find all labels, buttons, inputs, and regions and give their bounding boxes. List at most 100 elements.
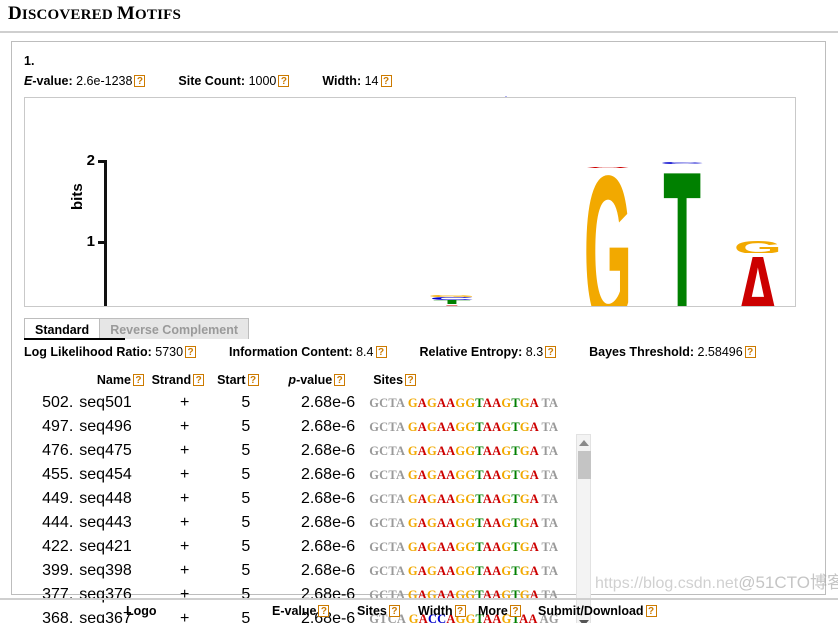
row-start: 5 xyxy=(241,490,251,507)
row-strand: + xyxy=(180,442,190,459)
row-pvalue: 2.68e-6 xyxy=(300,538,356,555)
re-value: 8.3 xyxy=(525,345,544,359)
evalue-help-icon[interactable]: ? xyxy=(134,75,146,87)
tab-standard[interactable]: Standard xyxy=(24,318,101,339)
row-pvalue: 2.68e-6 xyxy=(300,418,356,435)
logo-ylabel-2: 2 xyxy=(86,152,95,169)
motif-card: 1. E-value: 2.6e-1238? Site Count: 1000?… xyxy=(11,41,826,623)
site-count-value: 1000 xyxy=(248,74,277,88)
row-sequence-name: seq376 xyxy=(79,586,132,603)
row-sequence-name: seq454 xyxy=(79,466,132,483)
col-sites-header: Sites? xyxy=(345,373,586,387)
table-row[interactable]: 476. seq475 +5 2.68e-6 GCTA GAGAAGGTAAGTGA T… xyxy=(24,439,586,463)
site-count-label: Site Count: xyxy=(178,74,246,88)
row-site-sequence: GCTA GAGAAGGTAAGTGA TA xyxy=(369,515,559,530)
row-strand: + xyxy=(180,538,190,555)
footer-divider xyxy=(0,598,838,600)
row-sequence-name: seq448 xyxy=(79,490,132,507)
footer-submit-help-icon[interactable]: ? xyxy=(645,605,657,617)
sites-help-icon[interactable]: ? xyxy=(405,374,417,386)
row-sequence-name: seq443 xyxy=(79,514,132,531)
row-index: 444. xyxy=(42,514,74,531)
strand-help-icon[interactable]: ? xyxy=(193,374,205,386)
row-sequence-name: seq398 xyxy=(79,562,132,579)
row-sequence-name: seq475 xyxy=(79,442,132,459)
table-row[interactable]: 449. seq448 +5 2.68e-6 GCTA GAGAAGGTAAGTGA T… xyxy=(24,487,586,511)
table-row[interactable]: 497. seq496 +5 2.68e-6 GCTA GAGAAGGTAAGTGA T… xyxy=(24,415,586,439)
llr-value: 5730 xyxy=(155,345,184,359)
logo-stack-6: GCTA xyxy=(491,160,569,306)
row-site-sequence: GCTA GAGAAGGTAAGTGA TA xyxy=(369,563,559,578)
sequence-logo: bits 2 1 0 ATCTAACGGTACGCTAGCTAAGCTGACGT… xyxy=(25,98,795,306)
logo-ylabel-1: 1 xyxy=(86,233,95,250)
logo-stack-9: GA xyxy=(719,160,795,306)
row-index: 497. xyxy=(42,418,74,435)
logo-letter-9-G: G xyxy=(733,240,782,254)
logo-letter-9-A: A xyxy=(719,253,795,306)
row-start: 5 xyxy=(241,538,251,555)
row-pvalue: 2.68e-6 xyxy=(300,562,356,579)
footer-evalue-button[interactable]: E-value? xyxy=(272,604,330,618)
bayes-label: Bayes Threshold: xyxy=(589,345,695,359)
table-row[interactable]: 422. seq421 +5 2.68e-6 GCTA GAGAAGGTAAGTGA T… xyxy=(24,535,586,559)
tab-reverse-complement[interactable]: Reverse Complement xyxy=(100,318,250,339)
row-pvalue: 2.68e-6 xyxy=(300,466,356,483)
footer-more-help-icon[interactable]: ? xyxy=(509,605,521,617)
footer-sites-button[interactable]: Sites? xyxy=(357,604,400,618)
width-help-icon[interactable]: ? xyxy=(380,75,392,87)
row-pvalue: 2.68e-6 xyxy=(300,394,356,411)
logo-stacks: ATCTAACGGTACGCTAGCTAAGCTGACGTACATGCGATTA… xyxy=(113,160,789,307)
row-start: 5 xyxy=(241,466,251,483)
table-row[interactable]: 455. seq454 +5 2.68e-6 GCTA GAGAAGGTAAGTGA T… xyxy=(24,463,586,487)
row-start: 5 xyxy=(241,418,251,435)
row-index: 449. xyxy=(42,490,74,507)
logo-stack-4: GTAC xyxy=(335,160,413,306)
sites-table-body: 502. seq501 +5 2.68e-6 GCTA GAGAAGGTAAGTGA T… xyxy=(24,391,586,623)
name-help-icon[interactable]: ? xyxy=(132,374,144,386)
footer-more-button[interactable]: More? xyxy=(478,604,521,618)
logo-y-axis-label: bits xyxy=(69,183,86,210)
table-row[interactable]: 399. seq398 +5 2.68e-6 GCTA GAGAAGGTAAGTGA T… xyxy=(24,559,586,583)
ic-label: Information Content: xyxy=(229,345,353,359)
bayes-help-icon[interactable]: ? xyxy=(744,346,756,358)
motif-detail-stats: Log Likelihood Ratio: 5730? Information … xyxy=(24,345,756,359)
row-strand: + xyxy=(180,466,190,483)
scrollbar-thumb[interactable] xyxy=(578,451,591,479)
row-strand: + xyxy=(180,394,190,411)
row-start: 5 xyxy=(241,394,251,411)
row-sequence-name: seq496 xyxy=(79,418,132,435)
pvalue-help-icon[interactable]: ? xyxy=(334,374,346,386)
motif-summary-stats: E-value: 2.6e-1238? Site Count: 1000? Wi… xyxy=(24,74,392,88)
footer-evalue-help-icon[interactable]: ? xyxy=(318,605,330,617)
site-count-help-icon[interactable]: ? xyxy=(278,75,290,87)
logo-letter-5-A: A xyxy=(413,304,491,306)
footer-width-help-icon[interactable]: ? xyxy=(454,605,466,617)
logo-stack-3: ACG xyxy=(257,160,335,306)
sites-table-header: Name? Strand? Start? p-value? Sites? xyxy=(24,369,586,391)
triangle-up-icon[interactable] xyxy=(577,436,590,450)
footer-sites-help-icon[interactable]: ? xyxy=(388,605,400,617)
sequence-logo-panel: bits 2 1 0 ATCTAACGGTACGCTAGCTAAGCTGACGT… xyxy=(24,97,796,307)
row-index: 399. xyxy=(42,562,74,579)
row-site-sequence: GCTA GAGAAGGTAAGTGA TA xyxy=(369,443,559,458)
start-help-icon[interactable]: ? xyxy=(247,374,259,386)
footer-logo-label: Logo xyxy=(126,604,157,618)
llr-help-icon[interactable]: ? xyxy=(185,346,197,358)
logo-stack-1: AT xyxy=(113,160,185,306)
logo-ytick-1 xyxy=(98,241,107,244)
logo-stack-5: GCTA xyxy=(413,160,491,306)
re-help-icon[interactable]: ? xyxy=(545,346,557,358)
footer-submit-download-button[interactable]: Submit/Download? xyxy=(538,604,657,618)
motif-index: 1. xyxy=(24,54,35,68)
row-site-sequence: GCTA GAGAAGGTAAGTGA TA xyxy=(369,467,559,482)
logo-letter-8-T: T xyxy=(663,164,702,307)
footer-width-button[interactable]: Width? xyxy=(418,604,466,618)
ic-help-icon[interactable]: ? xyxy=(375,346,387,358)
table-row[interactable]: 502. seq501 +5 2.68e-6 GCTA GAGAAGGTAAGTGA T… xyxy=(24,391,586,415)
table-header-row: Name? Strand? Start? p-value? Sites? xyxy=(24,369,586,391)
sites-scrollbar[interactable] xyxy=(576,434,591,623)
table-row[interactable]: 444. seq443 +5 2.68e-6 GCTA GAGAAGGTAAGTGA T… xyxy=(24,511,586,535)
row-index: 422. xyxy=(42,538,74,555)
meme-results-page: DISCOVERED MOTIFS 1. E-value: 2.6e-1238?… xyxy=(0,0,838,623)
row-strand: + xyxy=(180,490,190,507)
